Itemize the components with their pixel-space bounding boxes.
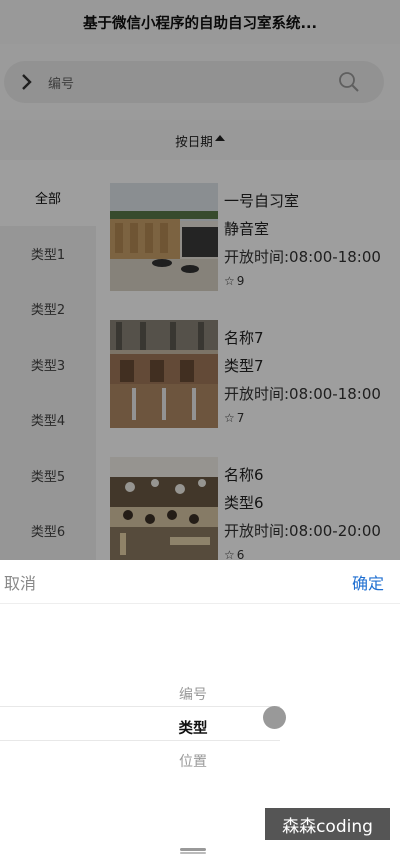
- picker-divider: [0, 740, 280, 741]
- picker-option[interactable]: 编号: [0, 684, 386, 704]
- touch-indicator: [263, 706, 286, 729]
- home-indicator: [180, 848, 206, 851]
- watermark: 森森coding: [265, 808, 390, 840]
- cancel-button[interactable]: 取消: [4, 570, 36, 594]
- picker-option-selected[interactable]: 类型: [0, 717, 386, 738]
- confirm-button[interactable]: 确定: [352, 570, 384, 594]
- picker-header: 取消 确定: [0, 560, 400, 604]
- picker-option[interactable]: 位置: [0, 751, 386, 771]
- picker-divider: [0, 706, 280, 707]
